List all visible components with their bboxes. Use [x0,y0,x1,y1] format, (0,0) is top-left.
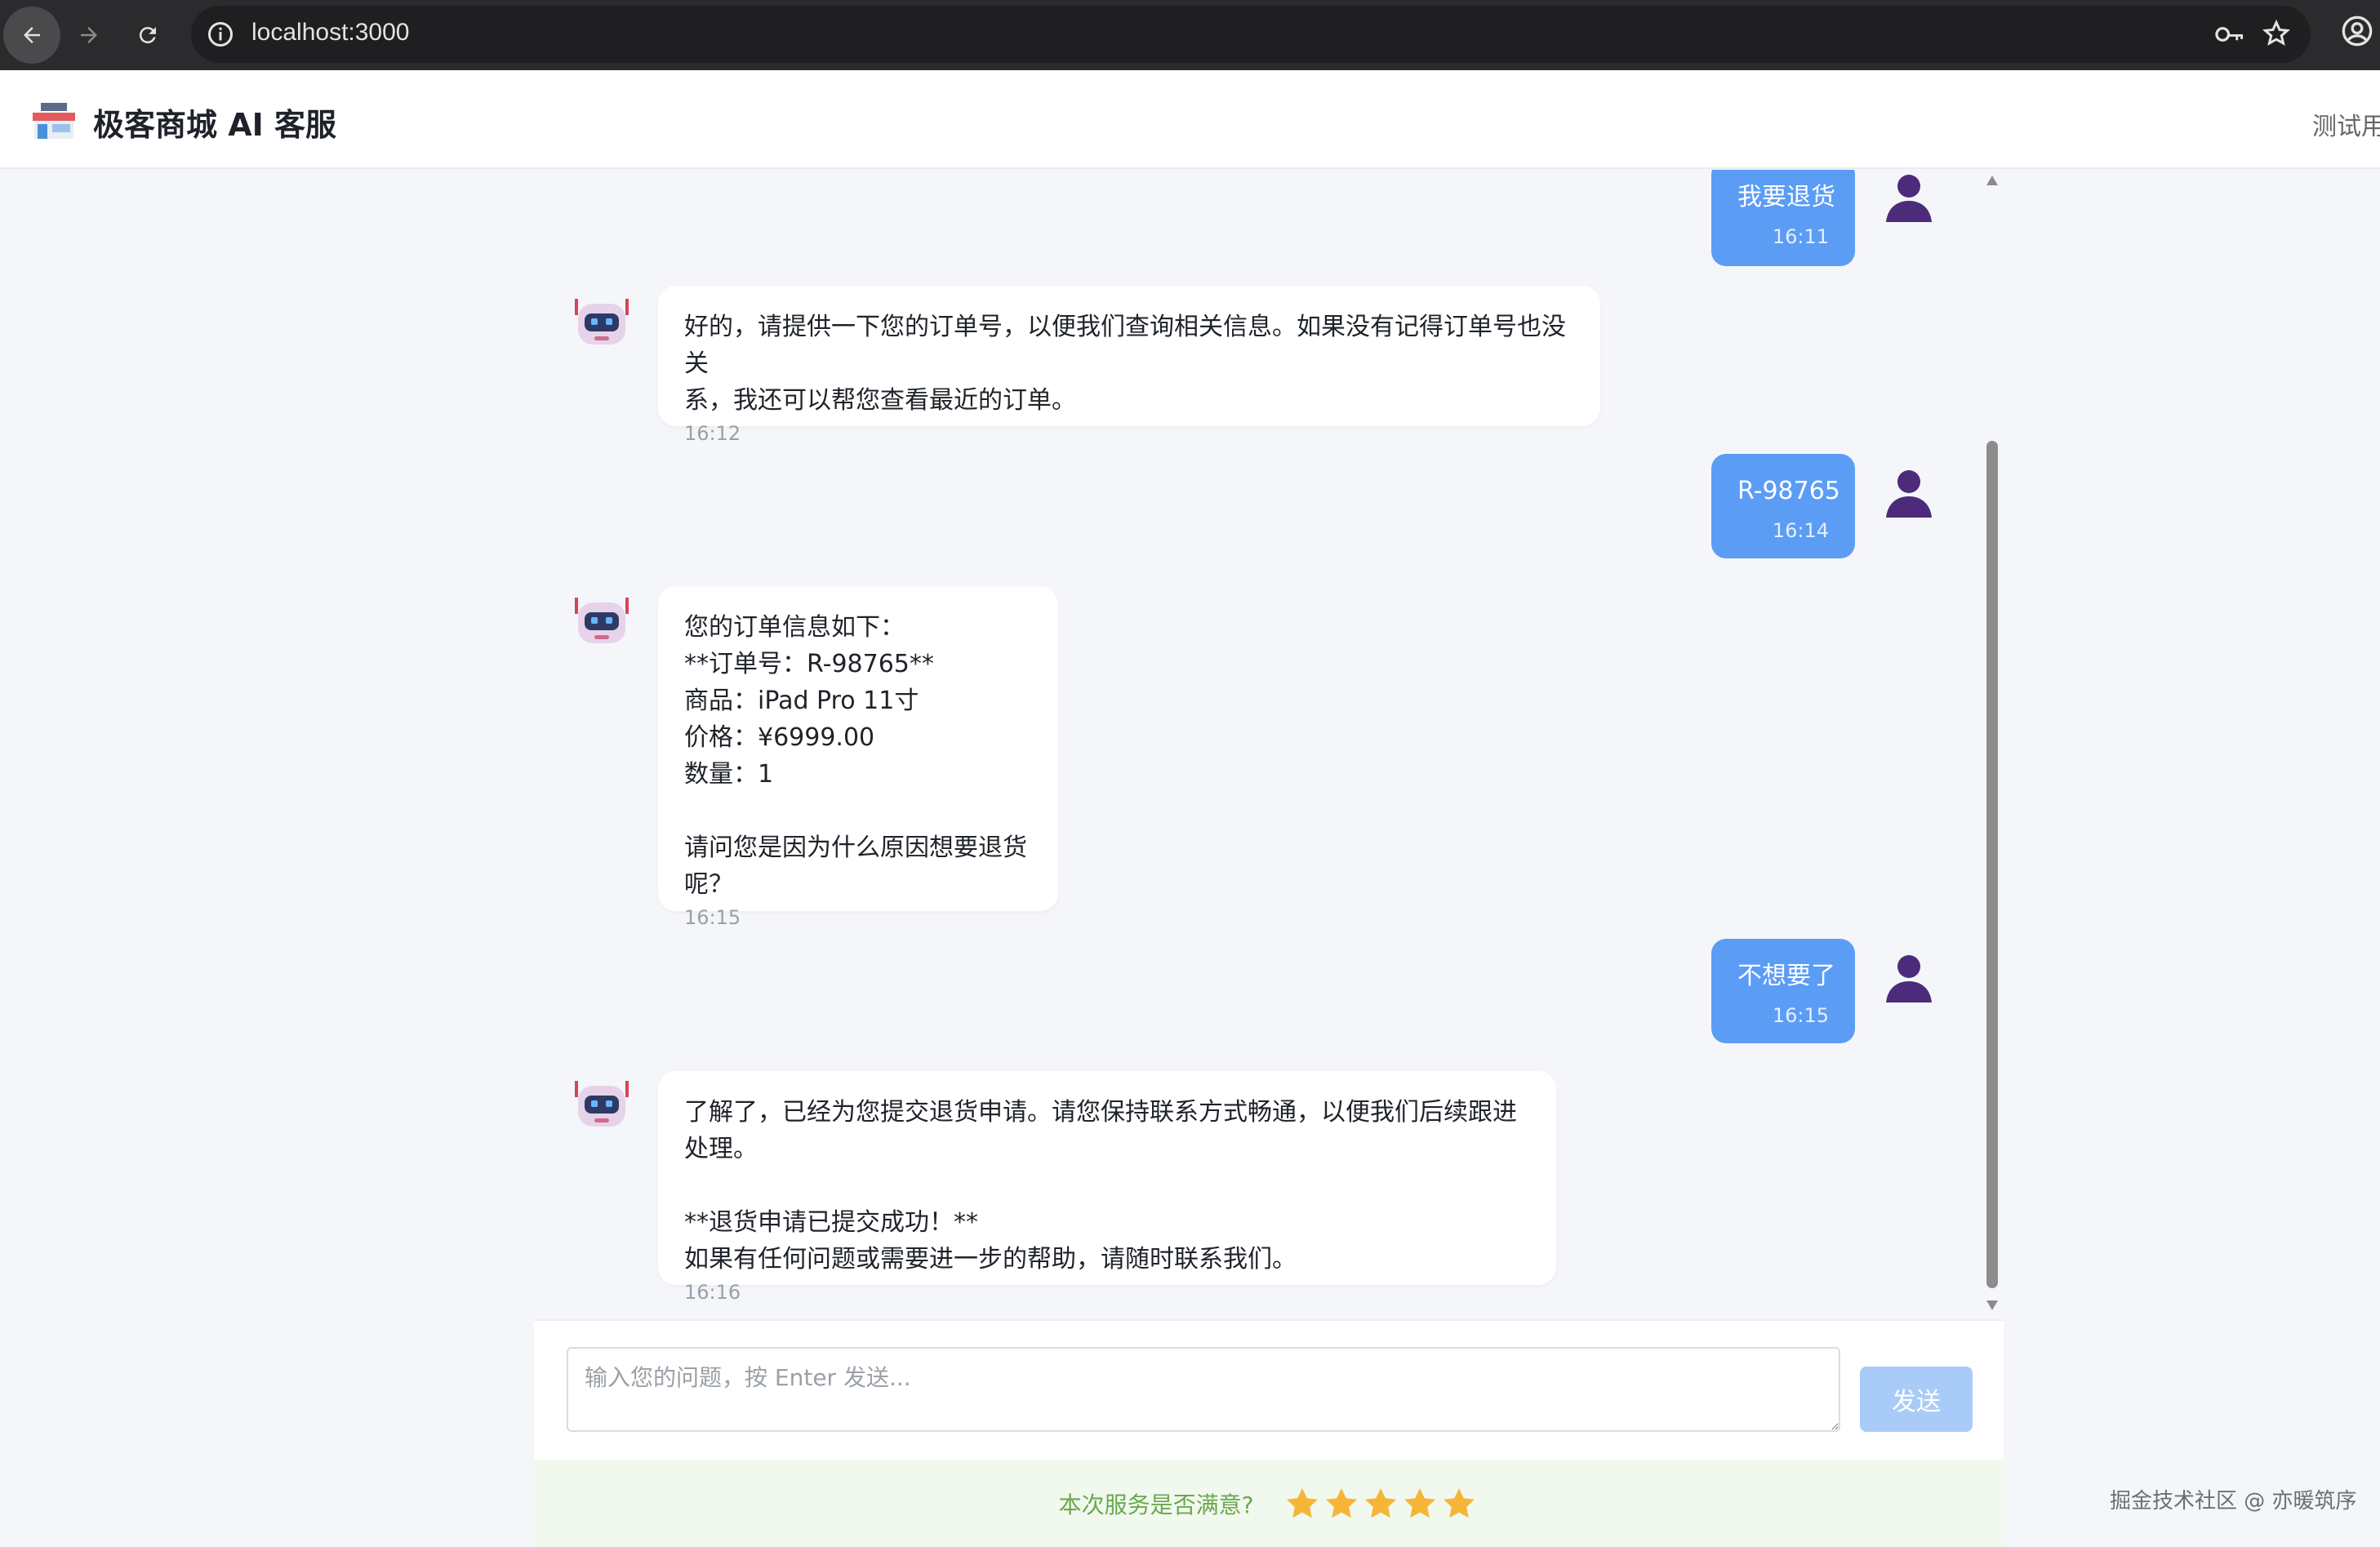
message-text: 我要退货 [1737,183,1835,211]
bot-message: 您的订单信息如下： **订单号：R-98765** 商品：iPad Pro 11… [658,586,1058,929]
rating-star-icon[interactable] [1322,1484,1361,1523]
user-message: R-98765 16:14 [1711,454,1855,558]
message-time: 16:14 [1772,519,1829,542]
arrow-left-icon [24,27,40,43]
scroll-down-arrow-icon[interactable] [1986,1300,1999,1311]
user-message: 我要退货 16:11 [1711,170,1855,266]
bot-message: 了解了，已经为您提交退货申请。请您保持联系方式畅通，以便我们后续跟进处理。 **… [658,1071,1556,1304]
forward-button[interactable] [60,7,118,64]
app-header: 极客商城 AI 客服 测试用 [0,70,2380,169]
message-time: 16:11 [1772,225,1829,248]
message-input[interactable] [567,1347,1840,1432]
user-avatar-icon [1886,955,1932,1002]
satisfaction-rating: 本次服务是否满意? [534,1460,2004,1547]
browser-toolbar: localhost:3000 [0,0,2380,70]
profile-icon[interactable] [2341,15,2373,51]
message-time: 16:15 [1772,1004,1829,1027]
message-text: 不想要了 [1737,962,1835,990]
arrow-right-icon [81,27,97,43]
message-text: 您的订单信息如下： **订单号：R-98765** 商品：iPad Pro 11… [684,613,1027,899]
back-button[interactable] [3,7,60,64]
rating-question: 本次服务是否满意? [1058,1491,1254,1518]
reload-icon [139,27,156,44]
message-text: 了解了，已经为您提交退货申请。请您保持联系方式畅通，以便我们后续跟进处理。 **… [684,1098,1517,1274]
scroll-up-arrow-icon[interactable] [1986,175,1999,186]
user-message: 不想要了 16:15 [1711,939,1855,1043]
message-time: 16:12 [684,422,741,445]
app-title: 极客商城 AI 客服 [93,107,337,143]
chat-scrollbar[interactable] [1981,170,2004,1319]
bot-avatar-icon [575,1081,629,1127]
site-info-icon[interactable] [206,20,235,52]
rating-star-icon[interactable] [1361,1484,1400,1523]
test-user-label: 测试用 [2312,113,2380,141]
bot-message: 好的，请提供一下您的订单号，以便我们查询相关信息。如果没有记得订单号也没关 系，… [658,286,1600,445]
rating-star-icon[interactable] [1400,1484,1439,1523]
message-time: 16:16 [684,1281,741,1304]
send-button[interactable]: 发送 [1860,1367,1973,1432]
user-avatar-icon [1886,470,1932,518]
bot-avatar-icon [575,299,629,345]
password-key-icon[interactable] [2214,20,2245,52]
bot-avatar-icon [575,598,629,643]
message-text: 好的，请提供一下您的订单号，以便我们查询相关信息。如果没有记得订单号也没关 系，… [684,313,1566,415]
message-input-area: 发送 [534,1319,2004,1460]
bookmark-star-icon[interactable] [2262,19,2291,51]
user-avatar-icon [1886,175,1932,222]
address-bar[interactable]: localhost:3000 [191,6,2311,63]
message-time: 16:15 [684,906,741,929]
rating-star-icon[interactable] [1439,1484,1479,1523]
reload-button[interactable] [119,7,176,64]
message-text: R-98765 [1737,477,1840,505]
chat-message-list[interactable]: 我要退货 16:11 好的，请提供一下您的订单号，以便我们查询相关信息。如果没有… [534,170,2004,1319]
rating-star-icon[interactable] [1283,1484,1322,1523]
scrollbar-thumb[interactable] [1986,441,1998,1288]
watermark-text: 掘金技术社区 @ 亦暖筑序 [2110,1489,2357,1514]
store-logo-icon [33,103,75,139]
url-text: localhost:3000 [251,19,410,46]
